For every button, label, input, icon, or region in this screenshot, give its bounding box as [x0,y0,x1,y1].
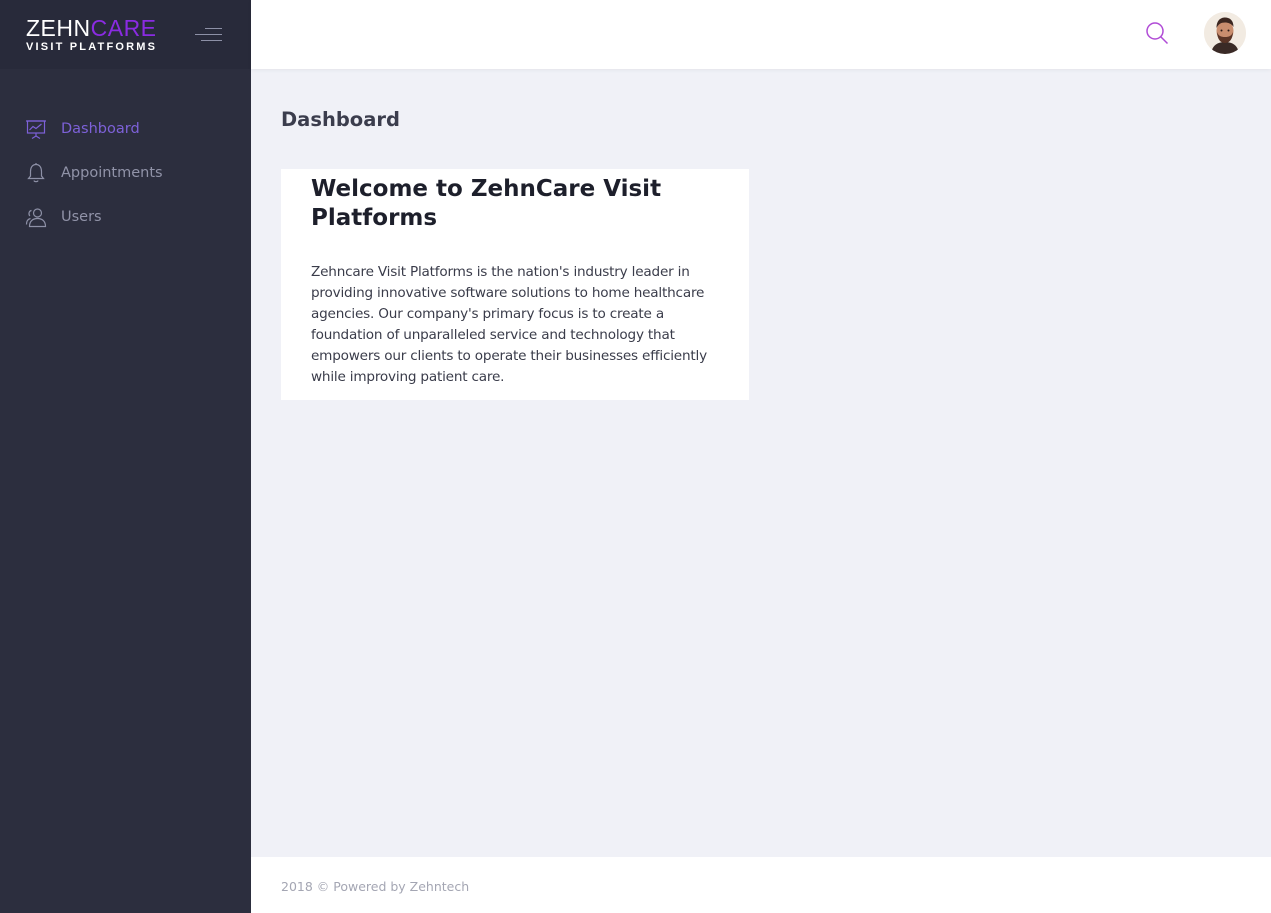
sidebar-item-label: Appointments [61,165,163,181]
presentation-chart-icon [25,118,47,140]
sidebar-nav: Dashboard Appointments Users [0,107,251,239]
brand-header: ZEHNCARE VISIT PLATFORMS [0,0,251,69]
bell-icon [25,162,47,184]
footer-text: 2018 © Powered by Zehntech [281,879,470,894]
page-title: Dashboard [281,108,400,131]
sidebar: ZEHNCARE VISIT PLATFORMS Dashboard Appoi… [0,0,251,913]
card-text: Zehncare Visit Platforms is the nation's… [311,264,707,385]
sidebar-item-label: Users [61,209,102,225]
card-title: Welcome to ZehnCare Visit Platforms [311,176,662,231]
sidebar-item-users[interactable]: Users [0,195,251,239]
top-bar [251,0,1271,69]
menu-toggle-icon[interactable] [195,27,222,43]
welcome-card: Welcome to ZehnCare Visit Platforms Zehn… [281,169,749,400]
logo[interactable]: ZEHNCARE VISIT PLATFORMS [26,15,158,54]
sidebar-item-label: Dashboard [61,121,140,137]
sidebar-item-dashboard[interactable]: Dashboard [0,107,251,151]
footer: 2018 © Powered by Zehntech [251,857,1271,913]
logo-title: ZEHNCARE [26,15,157,41]
avatar[interactable] [1204,12,1246,54]
search-icon[interactable] [1144,20,1170,46]
sidebar-item-appointments[interactable]: Appointments [0,151,251,195]
users-icon [25,206,47,228]
logo-subtitle: VISIT PLATFORMS [26,41,158,53]
